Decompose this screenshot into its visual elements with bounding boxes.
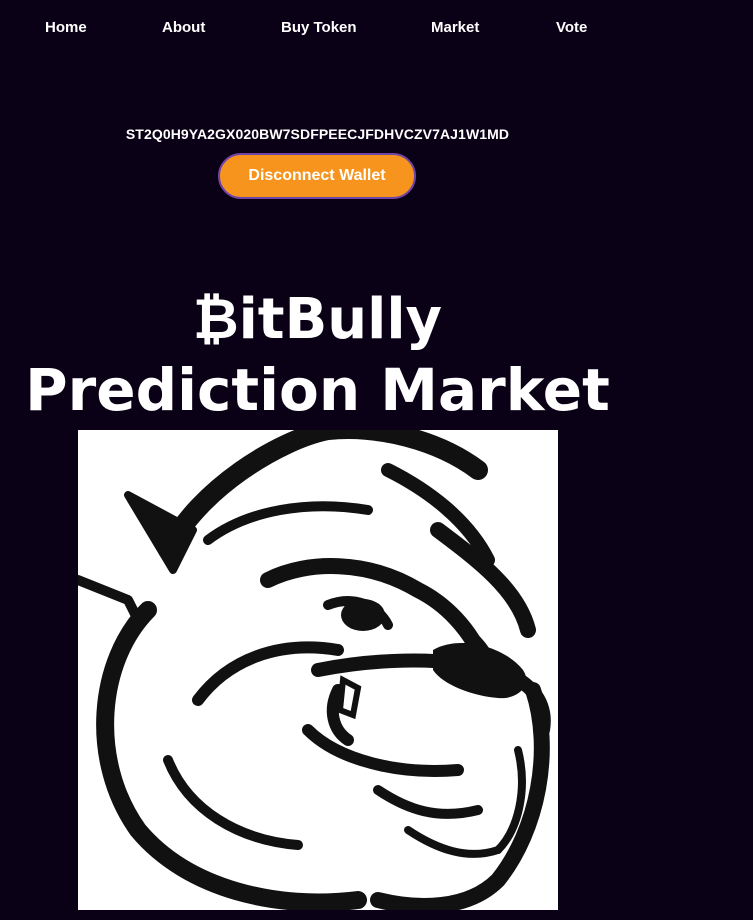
page-title: ₿itBully Prediction Market bbox=[0, 285, 635, 425]
title-line-2: Prediction Market bbox=[25, 356, 610, 424]
title-line-1: ₿itBully bbox=[192, 287, 443, 352]
disconnect-wallet-button[interactable]: Disconnect Wallet bbox=[218, 153, 416, 199]
bulldog-mascot-image bbox=[78, 430, 558, 910]
nav-about-link[interactable]: About bbox=[162, 18, 205, 38]
page: Home About Buy Token Market Vote ST2Q0H9… bbox=[0, 0, 753, 920]
top-nav: Home About Buy Token Market Vote bbox=[0, 18, 753, 42]
bulldog-icon bbox=[78, 430, 551, 910]
nav-market-link[interactable]: Market bbox=[431, 18, 479, 38]
nav-vote-link[interactable]: Vote bbox=[556, 18, 587, 38]
nav-home-link[interactable]: Home bbox=[45, 18, 87, 38]
wallet-address: ST2Q0H9YA2GX020BW7SDFPEECJFDHVCZV7AJ1W1M… bbox=[125, 126, 510, 142]
nav-buy-token-link[interactable]: Buy Token bbox=[281, 18, 357, 38]
